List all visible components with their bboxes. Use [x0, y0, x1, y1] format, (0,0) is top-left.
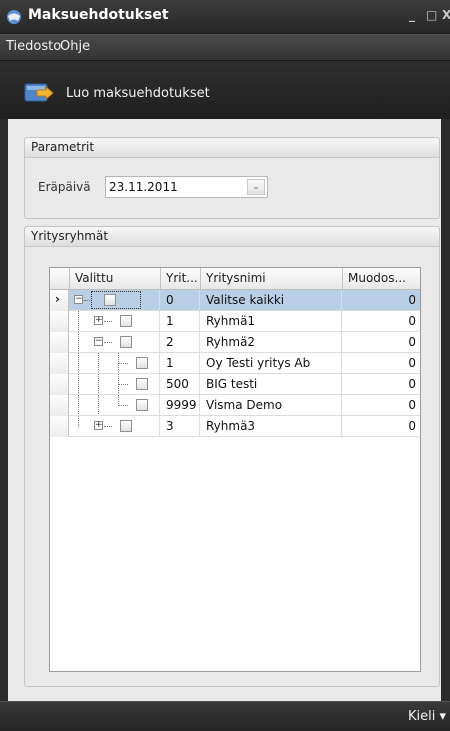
company-id-cell: 500	[161, 374, 200, 394]
due-date-value: 23.11.2011	[109, 180, 178, 194]
select-cell[interactable]: +	[70, 311, 160, 331]
checkbox[interactable]	[120, 336, 132, 348]
company-id-cell: 2	[161, 332, 200, 352]
checkbox[interactable]	[120, 420, 132, 432]
menu-help[interactable]: Ohje	[60, 39, 90, 54]
company-id-cell: 9999	[161, 395, 200, 415]
expand-icon[interactable]: +	[94, 316, 103, 325]
table-row[interactable]: + 1 Ryhmä1 0	[50, 311, 420, 332]
create-proposal-icon	[24, 83, 54, 102]
company-id-cell: 3	[161, 416, 200, 436]
table-row[interactable]: − 2 Ryhmä2 0	[50, 332, 420, 353]
company-groups-grid[interactable]: Valittu Yrit... Yritysnimi Muodos... › −…	[49, 267, 421, 672]
modified-cell: 0	[408, 356, 416, 370]
language-menu[interactable]: Kieli ▾	[408, 709, 446, 724]
menu-bar: Tiedosto Ohje	[0, 34, 450, 61]
minimize-icon[interactable]: _	[409, 8, 415, 22]
select-cell[interactable]: −	[70, 290, 160, 310]
checkbox[interactable]	[136, 378, 148, 390]
company-name-cell: Ryhmä1	[201, 311, 342, 331]
column-header-selected[interactable]: Valittu	[70, 268, 161, 290]
company-id-cell: 0	[161, 290, 200, 310]
due-date-label: Eräpäivä	[38, 180, 91, 194]
select-cell[interactable]	[70, 374, 160, 394]
checkbox[interactable]	[136, 357, 148, 369]
table-row[interactable]: 500 BIG testi 0	[50, 374, 420, 395]
select-cell[interactable]	[70, 395, 160, 415]
column-header-company-name[interactable]: Yritysnimi	[201, 268, 343, 290]
column-header-company-id[interactable]: Yrit...	[161, 268, 201, 290]
chevron-down-icon[interactable]: ⌄	[247, 179, 265, 195]
menu-file[interactable]: Tiedosto	[6, 39, 61, 54]
modified-cell: 0	[408, 398, 416, 412]
company-name-cell: Ryhmä3	[201, 416, 342, 436]
company-name-cell: Visma Demo	[201, 395, 342, 415]
select-cell[interactable]	[70, 353, 160, 373]
row-indicator	[50, 395, 69, 416]
select-cell[interactable]: −	[70, 332, 160, 352]
params-header: Parametrit	[25, 138, 439, 158]
collapse-icon[interactable]: −	[94, 337, 103, 346]
column-header-modified[interactable]: Muodos...	[343, 268, 420, 290]
row-indicator	[50, 332, 69, 353]
row-indicator	[50, 374, 69, 395]
checkbox[interactable]	[120, 315, 132, 327]
modified-cell: 0	[408, 419, 416, 433]
app-icon	[7, 10, 21, 24]
select-cell[interactable]: +	[70, 416, 160, 436]
create-payment-proposals-label: Luo maksuehdotukset	[66, 86, 210, 101]
status-bar: Kieli ▾	[0, 701, 450, 731]
modified-cell: 0	[408, 335, 416, 349]
modified-cell: 0	[408, 293, 416, 307]
expand-icon[interactable]: +	[94, 421, 103, 430]
table-row[interactable]: › − 0 Valitse kaikki 0	[50, 290, 420, 311]
window-title: Maksuehdotukset	[28, 7, 169, 23]
row-indicator	[50, 311, 69, 332]
collapse-icon[interactable]: −	[74, 295, 83, 304]
company-id-cell: 1	[161, 311, 200, 331]
table-row[interactable]: 1 Oy Testi yritys Ab 0	[50, 353, 420, 374]
row-indicator-header	[50, 268, 70, 290]
modified-cell: 0	[408, 377, 416, 391]
toolbar: Luo maksuehdotukset	[0, 61, 450, 119]
checkbox[interactable]	[136, 399, 148, 411]
table-row[interactable]: 9999 Visma Demo 0	[50, 395, 420, 416]
company-id-cell: 1	[161, 353, 200, 373]
company-name-cell: Valitse kaikki	[201, 290, 342, 310]
company-groups-header: Yritysryhmät	[25, 227, 439, 247]
maximize-icon[interactable]: □	[426, 8, 437, 22]
current-row-icon: ›	[55, 292, 60, 306]
row-indicator: ›	[50, 290, 69, 311]
table-row[interactable]: + 3 Ryhmä3 0	[50, 416, 420, 437]
company-name-cell: BIG testi	[201, 374, 342, 394]
company-name-cell: Ryhmä2	[201, 332, 342, 352]
close-icon[interactable]: X	[442, 8, 450, 22]
company-name-cell: Oy Testi yritys Ab	[201, 353, 342, 373]
title-bar: Maksuehdotukset _ □ X	[0, 0, 450, 34]
row-indicator	[50, 353, 69, 374]
modified-cell: 0	[408, 314, 416, 328]
due-date-field[interactable]: 23.11.2011 ⌄	[105, 176, 268, 198]
checkbox[interactable]	[104, 294, 116, 306]
row-indicator	[50, 416, 69, 437]
